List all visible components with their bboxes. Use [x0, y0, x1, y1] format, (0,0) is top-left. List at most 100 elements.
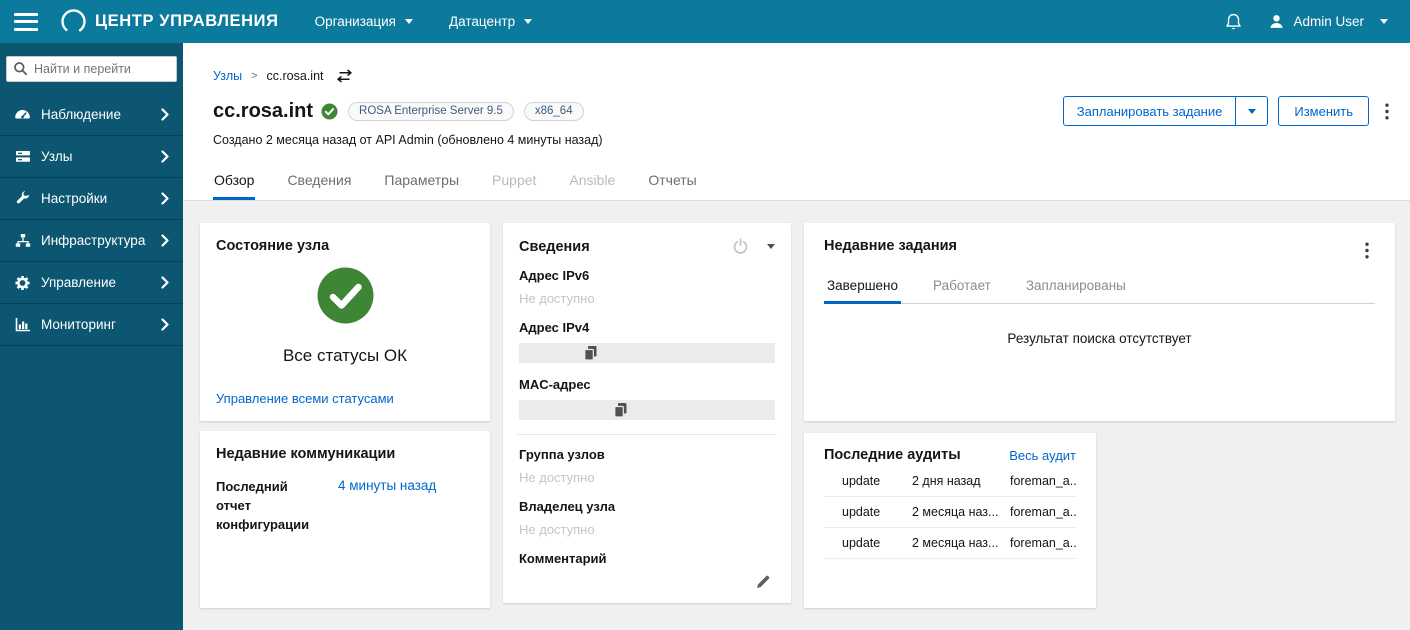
edit-button[interactable]: Изменить	[1278, 96, 1369, 126]
chevron-down-icon	[1247, 108, 1256, 114]
organization-context-menu[interactable]: Организация	[315, 14, 413, 29]
user-menu[interactable]: Admin User	[1268, 13, 1388, 30]
last-config-report-row: Последний отчет конфигурации 4 минуты на…	[216, 478, 474, 535]
sidebar-item-label: Настройки	[41, 191, 108, 206]
jobs-empty-state: Результат поиска отсутствует	[1007, 331, 1192, 346]
sidebar-item-label: Наблюдение	[41, 107, 121, 122]
sidebar-item-label: Инфраструктура	[41, 233, 146, 248]
tab-puppet[interactable]: Puppet	[491, 168, 537, 200]
sidebar-item-monitor[interactable]: Наблюдение	[0, 94, 183, 136]
tab-reports[interactable]: Отчеты	[647, 168, 697, 200]
table-row[interactable]: update 2 месяца наз... foreman_a...	[824, 528, 1076, 559]
audit-time: 2 месяца наз...	[912, 536, 999, 550]
masthead: ЦЕНТР УПРАВЛЕНИЯ Организация Датацентр A…	[0, 0, 1410, 43]
table-row[interactable]: update 2 дня назад foreman_a...	[824, 466, 1076, 497]
breadcrumb-current: cc.rosa.int	[266, 69, 324, 83]
field-label: Адрес IPv6	[519, 268, 590, 283]
breadcrumb: Узлы > cc.rosa.int	[213, 69, 1395, 83]
tab-ansible[interactable]: Ansible	[568, 168, 616, 200]
audit-user: foreman_a...	[1010, 505, 1076, 519]
power-icon[interactable]	[732, 238, 749, 255]
bar-chart-icon	[14, 317, 31, 332]
audits-card-header: Последние аудиты Весь аудит	[824, 447, 1076, 463]
search-input[interactable]	[6, 56, 177, 82]
audit-action: update	[842, 505, 881, 519]
audits-table: update 2 дня назад foreman_a... update 2…	[824, 466, 1076, 559]
chevron-down-icon	[767, 244, 775, 249]
field-ipv4: Адрес IPv4	[519, 320, 775, 363]
all-statuses-ok-icon	[317, 267, 374, 324]
field-value: Не доступно	[519, 522, 595, 537]
datacenter-context-menu[interactable]: Датацентр	[449, 14, 533, 29]
jobs-tab-scheduled[interactable]: Запланированы	[1023, 272, 1129, 304]
field-label: MAC-адрес	[519, 377, 591, 392]
jobs-tabs: Завершено Работает Запланированы	[824, 272, 1375, 304]
jobs-card-header: Недавние задания	[824, 238, 1375, 263]
jobs-tab-running[interactable]: Работает	[930, 272, 994, 304]
ipv4-value-bar	[519, 343, 775, 363]
hamburger-menu-button[interactable]	[14, 12, 38, 31]
tab-details[interactable]: Сведения	[286, 168, 352, 200]
host-kebab-menu[interactable]	[1379, 99, 1395, 124]
schedule-job-dropdown-toggle[interactable]	[1235, 97, 1267, 125]
table-row[interactable]: update 2 месяца наз... foreman_a...	[824, 497, 1076, 528]
last-report-time-link[interactable]: 4 минуты назад	[338, 478, 436, 493]
gauge-icon	[14, 107, 31, 122]
sidebar-search	[6, 56, 177, 82]
copy-icon[interactable]	[583, 345, 598, 361]
tab-parameters[interactable]: Параметры	[383, 168, 460, 200]
field-label: Группа узлов	[519, 447, 605, 462]
recent-audits-card: Последние аудиты Весь аудит update 2 дня…	[804, 433, 1096, 608]
jobs-tab-finished[interactable]: Завершено	[824, 272, 902, 304]
field-value: Не доступно	[519, 470, 595, 485]
jobs-kebab-menu[interactable]	[1359, 238, 1375, 263]
host-switcher-icon[interactable]	[336, 69, 353, 83]
server-icon	[14, 149, 31, 164]
field-owner: Владелец узла Не доступно	[519, 499, 775, 537]
organization-menu-label: Организация	[314, 14, 396, 29]
host-ok-status-icon	[321, 103, 338, 120]
sidebar-item-hosts[interactable]: Узлы	[0, 136, 183, 178]
sidebar-item-settings[interactable]: Настройки	[0, 178, 183, 220]
os-badge: ROSA Enterprise Server 9.5	[348, 101, 514, 121]
all-audits-link[interactable]: Весь аудит	[1009, 448, 1076, 463]
field-hostgroup: Группа узлов Не доступно	[519, 447, 775, 485]
sidebar-item-administer[interactable]: Управление	[0, 262, 183, 304]
search-icon	[13, 61, 28, 81]
audit-time: 2 месяца наз...	[912, 505, 999, 519]
details-dropdown-toggle[interactable]	[767, 244, 775, 249]
mac-value-bar	[519, 400, 775, 420]
chevron-right-icon	[161, 150, 170, 163]
details-divider	[517, 434, 777, 435]
sitemap-icon	[14, 233, 31, 248]
app-root: ЦЕНТР УПРАВЛЕНИЯ Организация Датацентр A…	[0, 0, 1410, 630]
notifications-bell-icon[interactable]	[1225, 13, 1242, 31]
schedule-job-split-button: Запланировать задание	[1062, 96, 1269, 126]
sidebar-item-monitoring[interactable]: Мониторинг	[0, 304, 183, 346]
chevron-right-icon	[161, 108, 170, 121]
status-text: Все статусы ОК	[282, 346, 408, 365]
tab-overview[interactable]: Обзор	[213, 168, 256, 200]
user-avatar-icon	[1268, 13, 1285, 30]
audit-user: foreman_a...	[1010, 536, 1076, 550]
arch-badge: x86_64	[523, 101, 584, 121]
host-actions: Запланировать задание Изменить	[1062, 96, 1395, 126]
page-title: cc.rosa.int	[213, 99, 314, 122]
sidebar-item-label: Мониторинг	[41, 317, 116, 332]
details-card-title: Сведения	[519, 238, 590, 255]
chevron-down-icon	[404, 19, 413, 24]
schedule-job-button[interactable]: Запланировать задание	[1064, 97, 1236, 125]
host-status-card: Состояние узла Все статусы ОК Управление…	[200, 223, 490, 421]
breadcrumb-link-hosts[interactable]: Узлы	[213, 69, 242, 83]
masthead-right: Admin User	[1225, 13, 1388, 31]
last-report-label: Последний отчет конфигурации	[216, 479, 310, 532]
jobs-card-title: Недавние задания	[824, 238, 957, 254]
brand-logo-icon	[60, 8, 87, 35]
gear-icon	[14, 275, 31, 290]
copy-icon[interactable]	[613, 402, 628, 418]
manage-statuses-link[interactable]: Управление всеми статусами	[216, 391, 394, 406]
sidebar-item-infrastructure[interactable]: Инфраструктура	[0, 220, 183, 262]
details-card-header: Сведения	[519, 238, 775, 255]
main-content: Узлы > cc.rosa.int cc.rosa.int ROSA Ente…	[183, 43, 1410, 630]
edit-comment-pencil-icon[interactable]	[755, 574, 771, 590]
